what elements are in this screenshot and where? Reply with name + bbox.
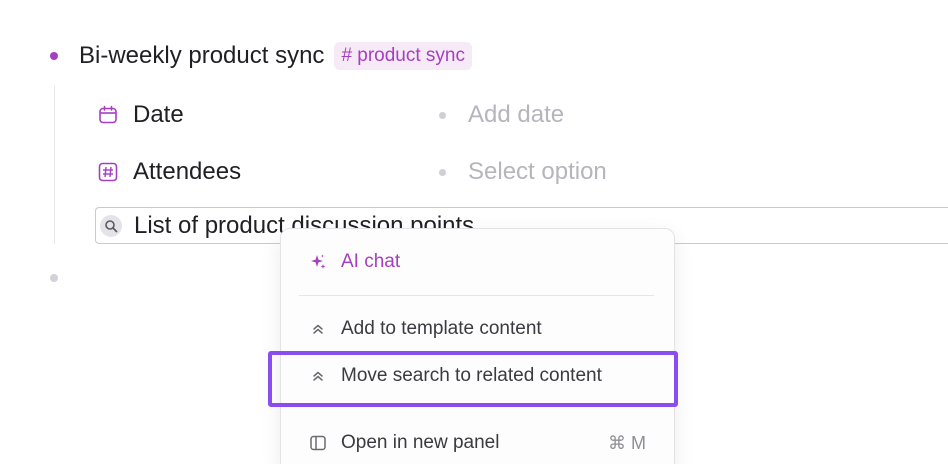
panel-icon xyxy=(309,434,327,452)
hash-icon xyxy=(97,161,119,183)
attendees-value-placeholder[interactable]: Select option xyxy=(468,158,607,186)
value-dot xyxy=(439,168,446,176)
keyboard-shortcut: ⌘ M xyxy=(608,432,646,453)
date-value-placeholder[interactable]: Add date xyxy=(468,101,564,129)
block-title[interactable]: Bi-weekly product sync xyxy=(79,42,324,70)
bullet-icon[interactable] xyxy=(50,52,58,60)
field-attendees-row[interactable]: Attendees Select option xyxy=(97,155,657,189)
value-dot xyxy=(439,111,446,119)
menu-label: AI chat xyxy=(341,251,401,272)
field-date-row[interactable]: Date Add date xyxy=(97,98,657,132)
menu-item-ai-chat[interactable]: AI chat xyxy=(281,242,674,282)
menu-label: Move search to related content xyxy=(341,365,602,386)
chevrons-up-icon xyxy=(309,320,327,338)
empty-bullet-icon[interactable] xyxy=(50,274,58,282)
menu-item-move-search[interactable]: Move search to related content xyxy=(281,356,674,396)
menu-divider xyxy=(299,295,654,296)
calendar-icon xyxy=(97,104,119,126)
menu-item-open-new-panel[interactable]: Open in new panel ⌘ M xyxy=(281,423,674,463)
field-label-attendees: Attendees xyxy=(133,158,242,185)
context-menu: AI chat Add to template content Move sea… xyxy=(280,228,675,464)
block-title-row[interactable]: Bi-weekly product sync # product sync xyxy=(50,38,473,74)
menu-label: Open in new panel xyxy=(341,432,500,453)
chevrons-up-icon xyxy=(309,367,327,385)
search-icon xyxy=(100,214,122,237)
menu-label: Add to template content xyxy=(341,318,542,339)
indent-guide xyxy=(54,86,55,244)
menu-item-add-to-template[interactable]: Add to template content xyxy=(281,309,674,349)
tag-chip[interactable]: # product sync xyxy=(334,42,473,70)
field-label-date: Date xyxy=(133,101,184,128)
sparkle-icon xyxy=(309,253,327,271)
